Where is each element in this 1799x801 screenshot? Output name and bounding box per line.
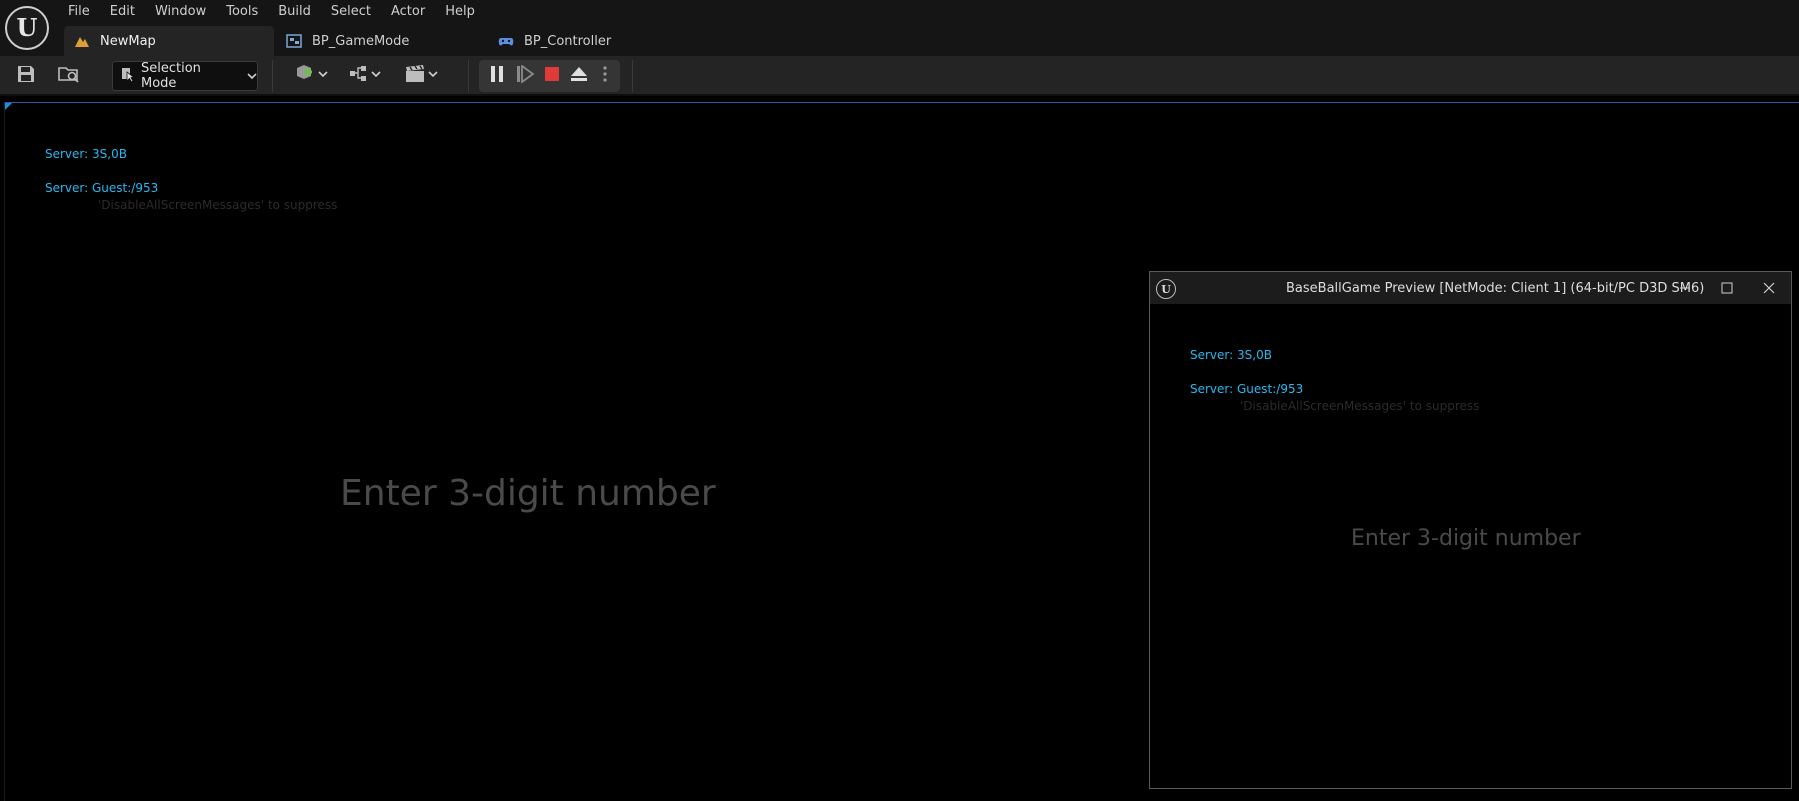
toolbar-separator — [272, 60, 273, 92]
client-window-titlebar[interactable]: U BaseBallGame Preview [NetMode: Client … — [1150, 272, 1791, 304]
debug-message: Server: Guest:/953 — [1190, 382, 1304, 396]
eject-button[interactable] — [567, 64, 591, 88]
client-preview-window[interactable]: U BaseBallGame Preview [NetMode: Client … — [1149, 271, 1792, 789]
menu-edit[interactable]: Edit — [100, 0, 145, 24]
tab-label: BP_Controller — [524, 33, 612, 49]
eject-icon — [570, 65, 588, 87]
save-button[interactable] — [14, 62, 38, 90]
save-icon — [16, 64, 36, 88]
selection-mode-dropdown[interactable]: Selection Mode — [112, 61, 258, 91]
step-forward-icon — [516, 64, 535, 87]
unreal-logo: U — [1156, 279, 1176, 299]
tab-bp-controller[interactable]: BP_Controller — [488, 26, 688, 56]
clapperboard-icon — [404, 63, 440, 89]
client-window-title: BaseBallGame Preview [NetMode: Client 1]… — [1286, 281, 1705, 296]
menu-window[interactable]: Window — [145, 0, 216, 24]
menu-bar: File Edit Window Tools Build Select Acto… — [58, 0, 485, 24]
add-cube-icon — [294, 63, 330, 89]
close-icon — [1763, 279, 1775, 298]
selection-mode-label: Selection Mode — [141, 61, 201, 91]
main-toolbar: Selection Mode — [0, 56, 1799, 96]
blueprint-graph-icon — [348, 63, 384, 89]
menu-tools[interactable]: Tools — [216, 0, 268, 24]
debug-message: Server: 3S,0B — [1190, 348, 1272, 362]
title-bar: U File Edit Window Tools Build Select Ac… — [0, 0, 1799, 56]
stop-button[interactable] — [540, 64, 564, 88]
blueprint-icon — [286, 34, 302, 48]
suppress-hint: 'DisableAllScreenMessages' to suppress — [98, 198, 338, 212]
controller-icon — [498, 34, 514, 48]
close-button[interactable] — [1759, 278, 1779, 298]
folder-search-icon — [58, 64, 80, 88]
menu-select[interactable]: Select — [321, 0, 381, 24]
more-vertical-icon — [602, 65, 608, 87]
tab-label: NewMap — [100, 33, 156, 49]
pause-icon — [489, 65, 505, 87]
number-prompt: Enter 3-digit number — [1351, 526, 1581, 551]
tab-label: BP_GameMode — [312, 33, 410, 49]
menu-actor[interactable]: Actor — [381, 0, 435, 24]
viewport-corner-marker — [5, 103, 12, 110]
maximize-icon — [1721, 279, 1733, 298]
tab-bp-gamemode[interactable]: BP_GameMode — [276, 26, 488, 56]
content-browser-button[interactable] — [56, 62, 82, 90]
minimize-icon — [1679, 279, 1691, 298]
maximize-button[interactable] — [1717, 278, 1737, 298]
cursor-icon — [121, 66, 136, 86]
tab-newmap[interactable]: NewMap — [64, 26, 274, 56]
number-prompt: Enter 3-digit number — [340, 473, 716, 514]
menu-build[interactable]: Build — [268, 0, 321, 24]
minimize-button[interactable] — [1675, 278, 1695, 298]
document-tabs: NewMap BP_GameMode BP_Controller — [64, 26, 688, 56]
add-actor-button[interactable] — [292, 62, 332, 90]
pause-button[interactable] — [485, 64, 509, 88]
debug-message: Server: 3S,0B — [45, 147, 127, 161]
play-options-button[interactable] — [593, 64, 617, 88]
menu-help[interactable]: Help — [435, 0, 485, 24]
unreal-logo[interactable]: U — [5, 6, 49, 50]
toolbar-separator — [632, 60, 633, 92]
play-controls — [479, 60, 620, 92]
blueprints-button[interactable] — [346, 62, 386, 90]
map-icon — [74, 34, 90, 48]
advance-frame-button[interactable] — [513, 64, 537, 88]
stop-icon — [544, 66, 560, 86]
suppress-hint: 'DisableAllScreenMessages' to suppress — [1240, 399, 1480, 413]
toolbar-separator — [468, 60, 469, 92]
chevron-down-icon — [247, 70, 257, 83]
cinematics-button[interactable] — [402, 62, 442, 90]
menu-file[interactable]: File — [58, 0, 100, 24]
debug-message: Server: Guest:/953 — [45, 181, 159, 195]
